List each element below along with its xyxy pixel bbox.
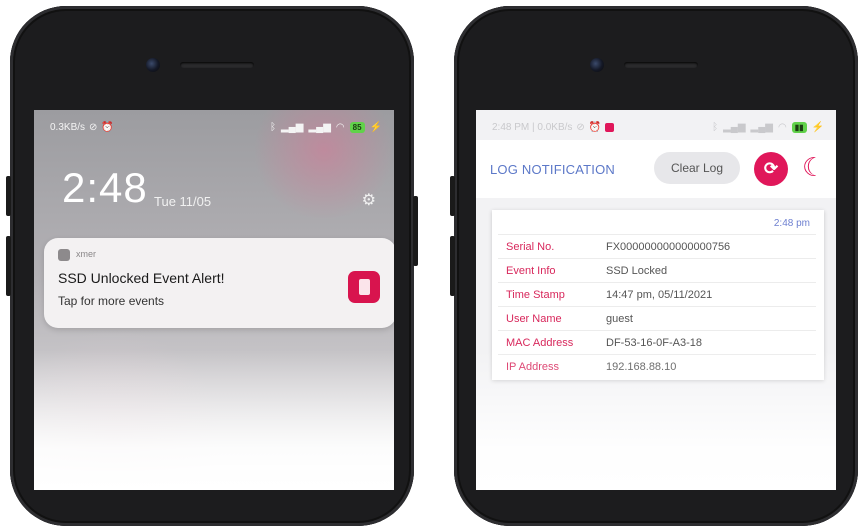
signal-icon: ▂▄▆ bbox=[308, 122, 331, 133]
signal-icon: ▂▄▆ bbox=[723, 122, 746, 133]
settings-icon[interactable]: ⚙ bbox=[362, 190, 376, 210]
phone-app-screen: 2:48 PM | 0.0KB/s ⊘ ⏰ ᛒ ▂▄▆ ▂▄▆ ◠ ▮▮ ⚡ L… bbox=[450, 6, 858, 526]
wifi-icon: ◠ bbox=[778, 122, 787, 133]
log-value: guest bbox=[606, 313, 633, 325]
network-speed: 0.3KB/s bbox=[50, 122, 86, 133]
volume-button bbox=[6, 176, 11, 216]
notification-title: SSD Unlocked Event Alert! bbox=[58, 270, 225, 286]
lock-screen: 0.3KB/s ⊘ ⏰ ᛒ ▂▄▆ ▂▄▆ ◠ 85 ⚡ 2:48 Tue 11… bbox=[34, 110, 394, 490]
dark-mode-icon[interactable]: ☾ bbox=[802, 152, 825, 182]
status-bar: 2:48 PM | 0.0KB/s ⊘ ⏰ ᛒ ▂▄▆ ▂▄▆ ◠ ▮▮ ⚡ bbox=[476, 120, 836, 136]
page-title: LOG NOTIFICATION bbox=[490, 162, 616, 177]
power-button bbox=[413, 196, 418, 266]
charging-icon: ⚡ bbox=[369, 122, 382, 133]
dnd-icon: ⊘ bbox=[89, 122, 98, 133]
ssd-icon bbox=[348, 271, 380, 303]
log-label: MAC Address bbox=[506, 337, 574, 349]
notification-subtitle: Tap for more events bbox=[58, 294, 165, 308]
bottom-fade bbox=[34, 350, 394, 490]
app-header: LOG NOTIFICATION Clear Log ⟳ ☾ bbox=[476, 140, 836, 198]
charging-icon: ⚡ bbox=[811, 122, 824, 133]
volume-button bbox=[450, 176, 455, 216]
log-label: User Name bbox=[506, 313, 562, 325]
alarm-icon: ⏰ bbox=[588, 122, 602, 133]
status-time: 2:48 PM | 0.0KB/s bbox=[492, 122, 573, 133]
refresh-icon[interactable]: ⟳ bbox=[754, 152, 788, 186]
signal-icon: ▂▄▆ bbox=[280, 122, 304, 133]
bluetooth-icon: ᛒ bbox=[269, 122, 276, 133]
app-icon bbox=[58, 249, 70, 261]
log-value: DF-53-16-0F-A3-18 bbox=[606, 337, 702, 349]
log-row-ip: IP Address 192.168.88.10 bbox=[498, 354, 816, 379]
log-label: Time Stamp bbox=[506, 289, 565, 301]
log-label: Serial No. bbox=[506, 241, 555, 253]
volume-button bbox=[6, 236, 11, 296]
earpiece-speaker bbox=[180, 62, 254, 68]
log-row-serial: Serial No. FX000000000000000756 bbox=[498, 234, 816, 259]
log-value: 14:47 pm, 05/11/2021 bbox=[606, 289, 713, 301]
phone-lock-screen: 0.3KB/s ⊘ ⏰ ᛒ ▂▄▆ ▂▄▆ ◠ 85 ⚡ 2:48 Tue 11… bbox=[6, 6, 418, 526]
volume-button bbox=[450, 236, 455, 296]
log-time: 2:48 pm bbox=[773, 218, 810, 229]
signal-icon: ▂▄▆ bbox=[750, 122, 773, 133]
log-row-mac: MAC Address DF-53-16-0F-A3-18 bbox=[498, 330, 816, 355]
front-camera bbox=[146, 58, 160, 72]
log-row-timestamp: Time Stamp 14:47 pm, 05/11/2021 bbox=[498, 282, 816, 307]
earpiece-speaker bbox=[624, 62, 698, 68]
log-row-user: User Name guest bbox=[498, 306, 816, 331]
app-notification-icon bbox=[605, 123, 615, 132]
notification-app-name: xmer bbox=[76, 249, 96, 259]
notification-card[interactable]: xmer SSD Unlocked Event Alert! Tap for m… bbox=[44, 238, 394, 328]
wifi-icon: ◠ bbox=[335, 122, 345, 133]
log-value: 192.168.88.10 bbox=[606, 361, 677, 373]
battery-icon: 85 bbox=[349, 122, 365, 133]
log-value: SSD Locked bbox=[606, 265, 668, 277]
status-bar: 0.3KB/s ⊘ ⏰ ᛒ ▂▄▆ ▂▄▆ ◠ 85 ⚡ bbox=[34, 120, 394, 136]
bluetooth-icon: ᛒ bbox=[712, 122, 719, 133]
dnd-icon: ⊘ bbox=[576, 122, 585, 133]
front-camera bbox=[590, 58, 604, 72]
battery-icon: ▮▮ bbox=[791, 122, 807, 133]
lock-date: Tue 11/05 bbox=[154, 194, 212, 209]
log-label: Event Info bbox=[506, 265, 556, 277]
app-screen: 2:48 PM | 0.0KB/s ⊘ ⏰ ᛒ ▂▄▆ ▂▄▆ ◠ ▮▮ ⚡ L… bbox=[476, 110, 836, 490]
log-row-event: Event Info SSD Locked bbox=[498, 258, 816, 283]
log-card: 2:48 pm Serial No. FX000000000000000756 … bbox=[492, 210, 824, 380]
log-value: FX000000000000000756 bbox=[606, 241, 731, 253]
alarm-icon: ⏰ bbox=[101, 122, 114, 133]
lock-time: 2:48 bbox=[62, 164, 148, 211]
clear-log-button[interactable]: Clear Log bbox=[654, 152, 740, 184]
log-label: IP Address bbox=[506, 361, 559, 373]
